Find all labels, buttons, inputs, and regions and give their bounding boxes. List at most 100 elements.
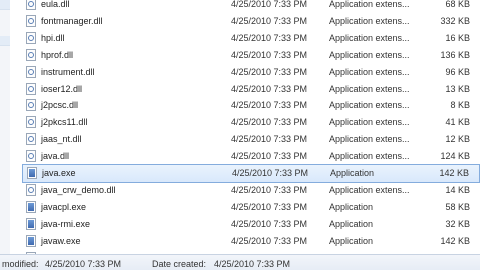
file-date-modified: 4/25/2010 7:33 PM: [231, 201, 308, 212]
file-date-modified: 4/25/2010 7:33 PM: [231, 83, 308, 94]
file-name: java.exe: [42, 168, 76, 178]
file-type: Application extens...: [329, 151, 410, 162]
file-size: 332 KB: [440, 15, 470, 26]
file-row[interactable]: java_crw_demo.dll 4/25/2010 7:33 PM Applic…: [22, 182, 480, 199]
dll-icon: [26, 99, 36, 112]
file-row[interactable]: javaw.exe 4/25/2010 7:33 PM Application 142…: [22, 233, 480, 250]
file-date-modified: 4/25/2010 7:33 PM: [231, 151, 308, 162]
file-date-modified: 4/25/2010 7:33 PM: [231, 117, 308, 128]
dll-icon: [26, 65, 36, 78]
file-size: 58 KB: [445, 201, 470, 212]
file-date-modified: 4/25/2010 7:33 PM: [231, 0, 308, 9]
file-name: j2pcsc.dll: [41, 100, 79, 111]
file-size: 142 KB: [440, 235, 470, 246]
file-row[interactable]: hprof.dll 4/25/2010 7:33 PM Application ex…: [22, 47, 480, 64]
file-size: 41 KB: [445, 117, 470, 128]
date-created-label: Date created:: [152, 259, 207, 269]
file-size: 124 KB: [440, 151, 470, 162]
file-date-modified: 4/25/2010 7:33 PM: [231, 184, 308, 195]
file-name: instrument.dll: [41, 66, 95, 77]
file-name: jaas_nt.dll: [41, 134, 82, 145]
file-type: Application extens...: [329, 134, 410, 145]
dll-icon: [26, 133, 36, 146]
file-name: hprof.dll: [41, 49, 74, 60]
file-row[interactable]: ioser12.dll 4/25/2010 7:33 PM Application …: [22, 81, 480, 98]
file-row[interactable]: eula.dll 4/25/2010 7:33 PM Application ext…: [22, 0, 480, 13]
file-type: Application: [329, 218, 374, 229]
file-row[interactable]: java.dll 4/25/2010 7:33 PM Application ext…: [22, 148, 480, 165]
dll-icon: [26, 183, 36, 196]
file-row[interactable]: instrument.dll 4/25/2010 7:33 PM Applicati…: [22, 64, 480, 81]
file-type: Application: [330, 168, 375, 178]
modified-value: 4/25/2010 7:33 PM: [45, 259, 122, 269]
file-date-modified: 4/25/2010 7:33 PM: [231, 235, 308, 246]
file-type: Application: [329, 235, 374, 246]
file-date-modified: 4/25/2010 7:33 PM: [232, 168, 309, 178]
file-name: j2pkcs11.dll: [41, 117, 88, 128]
exe-icon: [26, 200, 36, 213]
file-name: eula.dll: [41, 0, 70, 9]
file-row[interactable]: j2pcsc.dll 4/25/2010 7:33 PM Application e…: [22, 97, 480, 114]
file-size: 14 KB: [445, 184, 470, 195]
file-row[interactable]: hpi.dll 4/25/2010 7:33 PM Application exte…: [22, 30, 480, 47]
file-size: 12 KB: [445, 134, 470, 145]
file-size: 8 KB: [450, 100, 470, 111]
file-name: hpi.dll: [41, 32, 65, 43]
details-status-bar: modified: 4/25/2010 7:33 PM Date created…: [0, 254, 480, 270]
file-date-modified: 4/25/2010 7:33 PM: [231, 66, 308, 77]
date-created-value: 4/25/2010 7:33 PM: [214, 259, 291, 269]
file-size: 16 KB: [445, 32, 470, 43]
file-date-modified: 4/25/2010 7:33 PM: [231, 32, 308, 43]
file-name: javacpl.exe: [41, 201, 87, 212]
modified-label: modified:: [2, 259, 39, 269]
file-row[interactable]: fontmanager.dll 4/25/2010 7:33 PM Applicat…: [22, 13, 480, 30]
file-type: Application: [329, 201, 374, 212]
file-row[interactable]: j2pkcs11.dll 4/25/2010 7:33 PM Application…: [22, 114, 480, 131]
exe-icon: [26, 234, 36, 247]
dll-icon: [26, 0, 36, 10]
file-size: 68 KB: [445, 0, 470, 9]
dll-icon: [26, 48, 36, 61]
exe-icon: [27, 167, 37, 179]
file-list[interactable]: eula.dll 4/25/2010 7:33 PM Application ext…: [22, 0, 480, 264]
file-name: fontmanager.dll: [41, 15, 103, 26]
file-size: 136 KB: [440, 49, 470, 60]
dll-icon: [26, 116, 36, 129]
file-size: 142 KB: [439, 168, 469, 178]
explorer-window: eula.dll 4/25/2010 7:33 PM Application ext…: [0, 0, 480, 270]
file-type: Application extens...: [329, 117, 410, 128]
file-row[interactable]: javacpl.exe 4/25/2010 7:33 PM Application 5…: [22, 199, 480, 216]
file-date-modified: 4/25/2010 7:33 PM: [231, 134, 308, 145]
file-date-modified: 4/25/2010 7:33 PM: [231, 15, 308, 26]
file-name: java-rmi.exe: [41, 218, 91, 229]
file-type: Application extens...: [329, 32, 410, 43]
file-type: Application extens...: [329, 83, 410, 94]
file-row[interactable]: java.exe 4/25/2010 7:33 PM Application 142 …: [22, 164, 480, 183]
file-date-modified: 4/25/2010 7:33 PM: [231, 218, 308, 229]
file-type: Application extens...: [329, 184, 410, 195]
file-date-modified: 4/25/2010 7:33 PM: [231, 49, 308, 60]
file-name: ioser12.dll: [41, 83, 83, 94]
dll-icon: [26, 82, 36, 95]
file-size: 13 KB: [445, 83, 470, 94]
file-type: Application extens...: [329, 0, 410, 9]
file-size: 96 KB: [445, 66, 470, 77]
file-name: java_crw_demo.dll: [41, 184, 116, 195]
dll-icon: [26, 14, 36, 27]
navigation-pane-item[interactable]: [0, 36, 10, 46]
file-name: javaw.exe: [41, 235, 81, 246]
exe-icon: [26, 217, 36, 230]
navigation-pane[interactable]: [0, 0, 10, 254]
file-date-modified: 4/25/2010 7:33 PM: [231, 100, 308, 111]
navigation-pane-item[interactable]: [0, 0, 10, 10]
file-row[interactable]: java-rmi.exe 4/25/2010 7:33 PM Application…: [22, 216, 480, 233]
file-type: Application extens...: [329, 15, 410, 26]
file-size: 32 KB: [445, 218, 470, 229]
file-type: Application extens...: [329, 49, 410, 60]
file-type: Application extens...: [329, 66, 410, 77]
file-name: java.dll: [41, 151, 70, 162]
file-row[interactable]: jaas_nt.dll 4/25/2010 7:33 PM Application …: [22, 131, 480, 148]
dll-icon: [26, 150, 36, 163]
dll-icon: [26, 31, 36, 44]
file-type: Application extens...: [329, 100, 410, 111]
